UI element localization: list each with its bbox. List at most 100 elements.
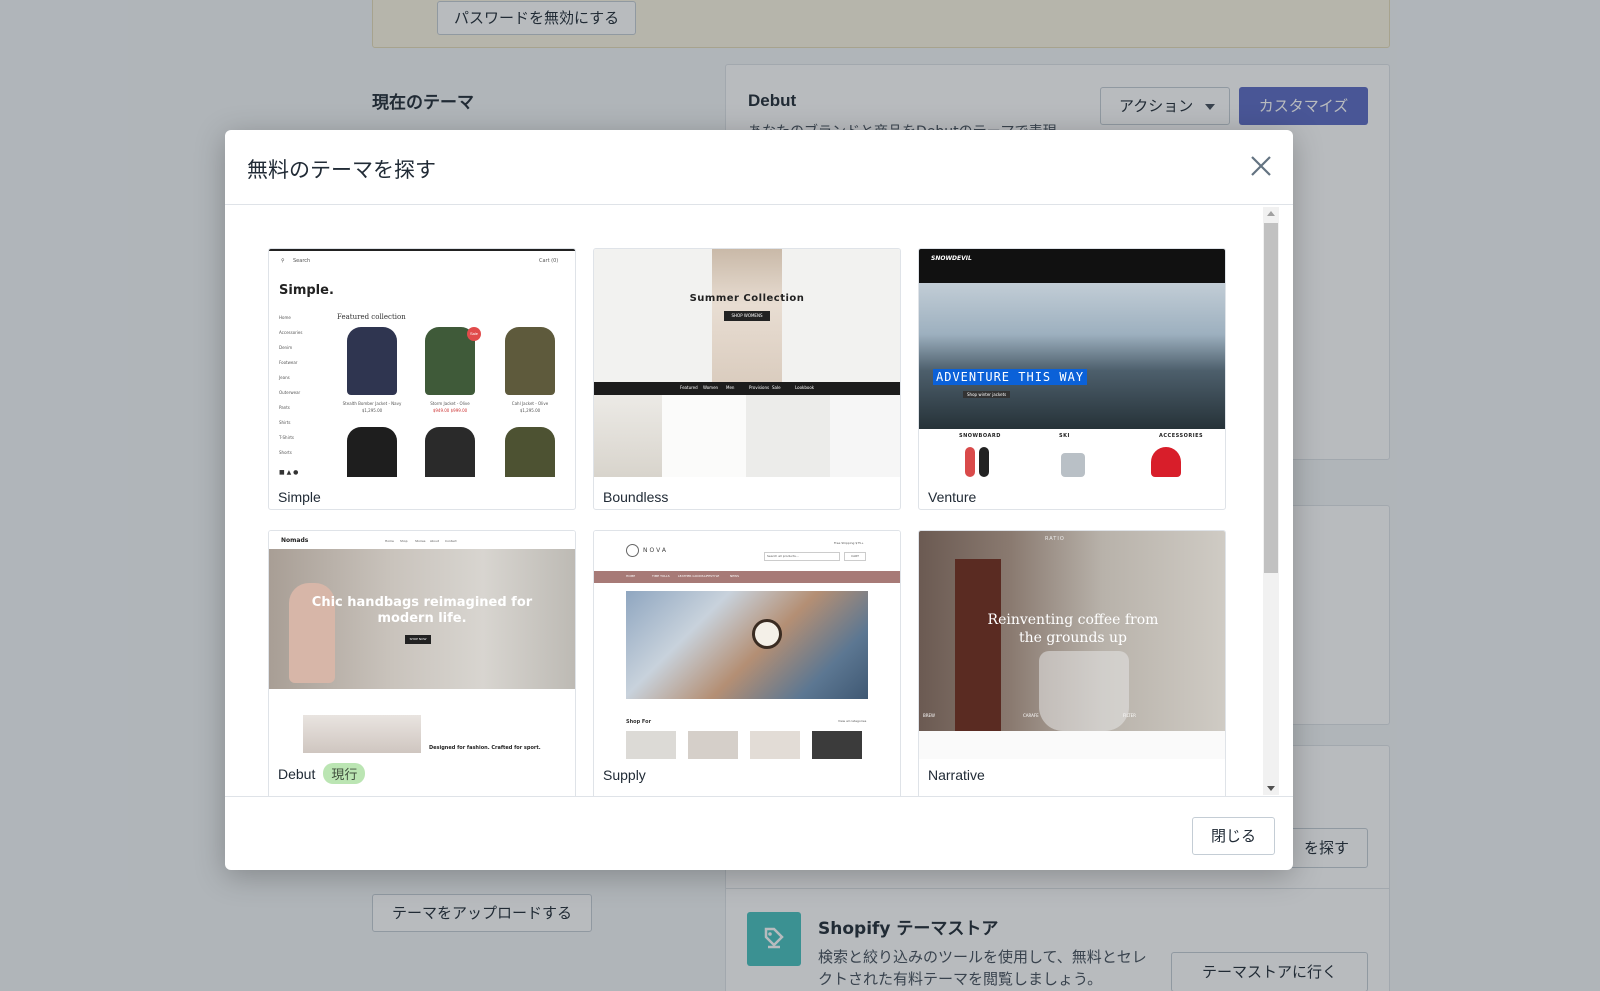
theme-name: Narrative (928, 767, 985, 783)
preview-category: SKI (1059, 433, 1070, 439)
product-name: Storm Jacket - Olive (430, 401, 470, 406)
snowboard-image (979, 447, 989, 477)
close-button[interactable]: 閉じる (1192, 817, 1275, 855)
preview-section-title: Featured collection (337, 313, 406, 321)
theme-name: Supply (603, 767, 646, 783)
sale-badge: Sale (467, 327, 481, 341)
lookbook-image (594, 395, 662, 477)
preview-nav-item: LIFESTYLE (704, 574, 720, 578)
preview-label: CARAFE (1023, 713, 1039, 718)
preview-nav-item: Denim (279, 345, 293, 350)
preview-cart: CART (844, 552, 866, 561)
preview-logo: RATIO (1045, 536, 1065, 542)
preview-cta: Shop winter jackets (963, 391, 1011, 398)
close-icon[interactable] (1249, 154, 1273, 178)
category-image (688, 731, 738, 759)
preview-nav-item: Home (279, 315, 291, 320)
product-image-leather-jacket (347, 427, 397, 477)
preview-nav-item: HOME (626, 574, 636, 578)
watch-face (752, 619, 782, 649)
preview-nav-item: Sale (772, 385, 781, 390)
theme-card-supply[interactable]: NOVA Free Shipping $75+ Search all produ… (593, 530, 901, 797)
theme-preview-supply[interactable]: NOVA Free Shipping $75+ Search all produ… (594, 531, 900, 759)
scroll-thumb[interactable] (1264, 223, 1278, 573)
lookbook-image (662, 395, 746, 477)
preview-view-all: View all categories (838, 719, 867, 723)
logo-icon (626, 544, 639, 557)
theme-name-row: Debut 現行 (278, 763, 366, 784)
preview-logo: NOVA (643, 547, 668, 554)
preview-search: Search all products... (764, 552, 840, 561)
theme-card-venture[interactable]: SNOWDEVIL ADVENTURE THIS WAY Shop winter… (918, 248, 1226, 510)
preview-logo: Simple. (279, 283, 334, 298)
category-image (750, 731, 800, 759)
snowboard-image (965, 447, 975, 477)
preview-nav-item: Men (726, 385, 735, 390)
theme-name: Venture (928, 489, 977, 505)
preview-cta: SHOP WOMENS (724, 311, 770, 321)
preview-navbar (594, 382, 900, 395)
modal-footer: 閉じる (225, 796, 1293, 870)
ski-image (1061, 453, 1085, 477)
scroll-up-icon[interactable] (1267, 211, 1275, 216)
preview-logo: SNOWDEVIL (931, 255, 972, 262)
theme-card-simple[interactable]: ⚲ Search Cart (0) Simple. Featured colle… (268, 248, 576, 510)
preview-nav-item: Jeans (279, 375, 290, 380)
preview-label: FILTER (1123, 713, 1136, 718)
theme-card-debut[interactable]: Nomads Home Shop Stories About Contact Chic … (268, 530, 576, 797)
search-icon: ⚲ (281, 258, 285, 264)
preview-nav-item: Women (703, 385, 719, 390)
beanie-image (1151, 447, 1181, 477)
preview-nav-item: Lookbook (795, 385, 815, 390)
preview-nav-item: Contact (445, 539, 457, 543)
preview-nav-item: Provisions (749, 385, 770, 390)
feature-image (303, 715, 421, 753)
preview-section-title: Shop For (626, 719, 652, 725)
theme-preview-debut[interactable]: Nomads Home Shop Stories About Contact Chic … (269, 531, 575, 753)
preview-search: Search (293, 258, 311, 264)
theme-name: Boundless (603, 489, 669, 505)
preview-shipping: Free Shipping $75+ (834, 541, 864, 545)
theme-card-narrative[interactable]: RATIO Reinventing coffee from the ground… (918, 530, 1226, 797)
free-themes-modal: 無料のテーマを探す ⚲ Search Cart (0) Simple. Feat… (225, 130, 1293, 870)
modal-scrollbar[interactable] (1263, 207, 1279, 795)
modal-header: 無料のテーマを探す (225, 130, 1293, 205)
preview-nav-item: Home (385, 539, 394, 543)
preview-nav-item: About (430, 539, 439, 543)
preview-nav-item: Accessories (279, 330, 303, 335)
theme-preview-boundless[interactable]: Summer Collection SHOP WOMENS Featured Wo… (594, 249, 900, 477)
preview-cta: SHOP NOW (405, 635, 431, 644)
preview-nav-item: Shirts (279, 420, 291, 425)
preview-headline: Reinventing coffee from the grounds up (987, 612, 1159, 646)
product-name: Cahl Jacket - Olive (511, 401, 549, 406)
theme-grid: ⚲ Search Cart (0) Simple. Featured colle… (225, 205, 1293, 797)
preview-nav-item: NEWS (730, 574, 740, 578)
preview-label: BREW (923, 713, 936, 718)
scroll-down-icon[interactable] (1267, 786, 1275, 791)
current-badge: 現行 (323, 763, 366, 784)
preview-nav-item: Shorts (279, 450, 292, 455)
product-image-dark-jacket (425, 427, 475, 477)
theme-name: Simple (278, 489, 321, 505)
content-strip (919, 731, 1225, 759)
theme-preview-venture[interactable]: SNOWDEVIL ADVENTURE THIS WAY Shop winter… (919, 249, 1225, 477)
hero-mountain-image (919, 283, 1225, 429)
preview-nav-item: Footwear (279, 360, 298, 365)
preview-nav-item: Shop (400, 539, 408, 543)
carafe-image (1039, 651, 1129, 731)
theme-preview-narrative[interactable]: RATIO Reinventing coffee from the ground… (919, 531, 1225, 759)
preview-tagline: Designed for fashion. Crafted for sport. (429, 745, 541, 751)
preview-cart: Cart (0) (539, 258, 559, 264)
preview-navbar (594, 571, 900, 583)
product-price: $1,295.00 (519, 408, 541, 413)
preview-nav-item: T-Shirts (279, 435, 295, 440)
hero-watch-image (626, 591, 868, 699)
modal-title: 無料のテーマを探す (247, 158, 436, 182)
product-price: $1,295.00 (361, 408, 383, 413)
preview-headline: ADVENTURE THIS WAY (933, 369, 1088, 385)
preview-logo: Nomads (281, 537, 309, 544)
theme-preview-simple[interactable]: ⚲ Search Cart (0) Simple. Featured colle… (269, 249, 575, 477)
lookbook-image (830, 395, 900, 477)
theme-card-boundless[interactable]: Summer Collection SHOP WOMENS Featured Wo… (593, 248, 901, 510)
preview-headline: Summer Collection (689, 293, 805, 304)
